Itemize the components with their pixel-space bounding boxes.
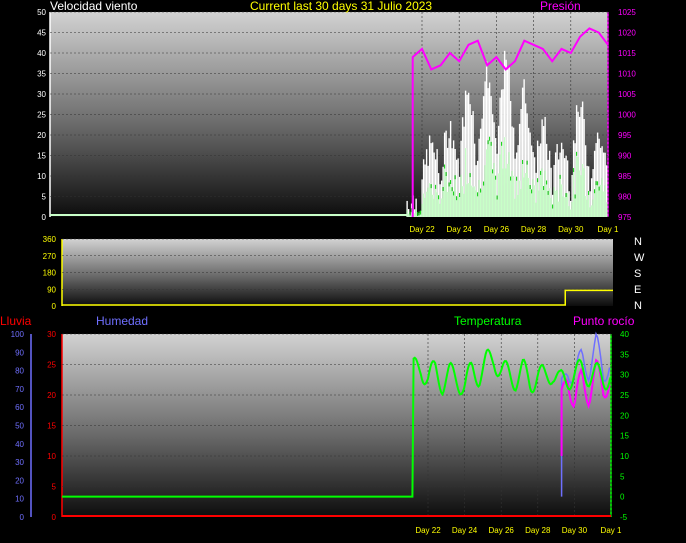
wind-speed-tick-label: 35 <box>37 70 46 79</box>
direction-letter-n-bottom: N <box>634 300 642 312</box>
temperature-tick-label: 10 <box>620 452 629 461</box>
direction-ticks: 0 90 180 270 360 <box>43 235 57 311</box>
direction-tick-label: 360 <box>43 235 57 244</box>
weather-charts: 05101520253035404550 9759809859909951000… <box>0 0 645 535</box>
wind-speed-tick-label: 45 <box>37 29 46 38</box>
wind-speed-ticks: 0 5 10 15 20 25 30 35 40 45 50 <box>37 8 46 222</box>
wind-day-tick-label: Day 24 <box>447 225 473 234</box>
period-title: Current last 30 days 31 Julio 2023 <box>250 0 432 13</box>
pressure-label: Presión <box>540 0 581 13</box>
temperature-tick-label: 40 <box>620 330 629 339</box>
wind-speed-tick-label: 10 <box>37 172 46 181</box>
rain-label: Lluvia <box>0 314 32 328</box>
rain-tick-label: 5 <box>52 483 57 492</box>
pressure-tick-label: 1020 <box>618 29 636 38</box>
temperature-tick-label: 30 <box>620 371 629 380</box>
rain-tick-label: 30 <box>47 330 56 339</box>
wind-speed-label: Velocidad viento <box>50 0 138 13</box>
wind-speed-tick-label: 30 <box>37 90 46 99</box>
temperature-day-tick-label: Day 28 <box>525 526 551 535</box>
humidity-tick-label: 90 <box>15 348 24 357</box>
wind-speed-tick-label: 25 <box>37 111 46 120</box>
direction-letters: N W S E N <box>634 236 645 312</box>
temperature-tick-label: 25 <box>620 391 629 400</box>
temperature-label: Temperatura <box>454 314 522 328</box>
temperature-tick-label: 15 <box>620 432 629 441</box>
temperature-day-tick-label: Day 22 <box>415 526 441 535</box>
wind-speed-tick-label: 40 <box>37 49 46 58</box>
wind-speed-tick-label: 20 <box>37 131 46 140</box>
pressure-tick-label: 1010 <box>618 70 636 79</box>
temperature-tick-label: 20 <box>620 411 629 420</box>
temperature-day-tick-label: Day 1 <box>601 526 622 535</box>
direction-letter-n-top: N <box>634 236 642 248</box>
rain-tick-label: 20 <box>47 391 56 400</box>
direction-tick-label: 0 <box>52 302 57 311</box>
dewpoint-label: Punto rocío <box>573 314 635 328</box>
pressure-tick-label: 1000 <box>618 111 636 120</box>
pressure-tick-label: 990 <box>618 152 632 161</box>
pressure-tick-label: 985 <box>618 172 632 181</box>
direction-tick-label: 180 <box>43 269 57 278</box>
temperature-tick-label: -5 <box>620 513 628 522</box>
humidity-tick-label: 60 <box>15 403 24 412</box>
wind-speed-tick-label: 15 <box>37 152 46 161</box>
temperature-day-tick-label: Day 26 <box>489 526 515 535</box>
temperature-plot-area <box>62 334 611 517</box>
humidity-tick-label: 100 <box>11 330 25 339</box>
rain-tick-label: 25 <box>47 361 56 370</box>
direction-letter-w: W <box>634 252 645 264</box>
pressure-tick-label: 980 <box>618 193 632 202</box>
direction-letter-s: S <box>634 268 641 280</box>
temperature-day-tick-label: Day 30 <box>562 526 588 535</box>
direction-tick-label: 270 <box>43 252 57 261</box>
humidity-tick-label: 40 <box>15 440 24 449</box>
humidity-label: Humedad <box>96 314 148 328</box>
wind-day-tick-label: Day 26 <box>484 225 510 234</box>
wind-day-tick-label: Day 30 <box>558 225 584 234</box>
pressure-tick-label: 975 <box>618 213 632 222</box>
wind-speed-tick-label: 5 <box>42 193 47 202</box>
direction-letter-e: E <box>634 284 641 296</box>
humidity-tick-label: 30 <box>15 458 24 467</box>
humidity-tick-label: 70 <box>15 385 24 394</box>
direction-tick-label: 90 <box>47 285 56 294</box>
temperature-tick-label: 35 <box>620 350 629 359</box>
pressure-tick-label: 995 <box>618 131 632 140</box>
humidity-tick-label: 20 <box>15 476 24 485</box>
temperature-tick-label: 5 <box>620 472 625 481</box>
rain-tick-label: 10 <box>47 452 56 461</box>
rain-tick-label: 0 <box>52 513 57 522</box>
pressure-tick-label: 1025 <box>618 8 636 17</box>
wind-day-tick-label: Day 1 <box>598 225 619 234</box>
wind-day-ticks: Day 22 Day 24 Day 26 Day 28 Day 30 Day 1 <box>409 225 619 234</box>
wind-speed-tick-label: 0 <box>42 213 47 222</box>
temperature-day-tick-label: Day 24 <box>452 526 478 535</box>
wind-day-tick-label: Day 22 <box>409 225 435 234</box>
pressure-ticks: 975 980 985 990 995 1000 1005 1010 1015 1020 1025 <box>618 8 636 222</box>
humidity-tick-label: 0 <box>20 513 25 522</box>
wind-day-tick-label: Day 28 <box>521 225 547 234</box>
humidity-tick-label: 10 <box>15 495 24 504</box>
wind-speed-tick-label: 50 <box>37 8 46 17</box>
temperature-day-ticks: Day 22 Day 24 Day 26 Day 28 Day 30 Day 1 <box>415 526 622 535</box>
humidity-tick-label: 80 <box>15 367 24 376</box>
humidity-tick-label: 50 <box>15 422 24 431</box>
rain-tick-label: 15 <box>47 422 56 431</box>
pressure-tick-label: 1005 <box>618 90 636 99</box>
temperature-tick-label: 0 <box>620 493 625 502</box>
pressure-tick-label: 1015 <box>618 49 636 58</box>
